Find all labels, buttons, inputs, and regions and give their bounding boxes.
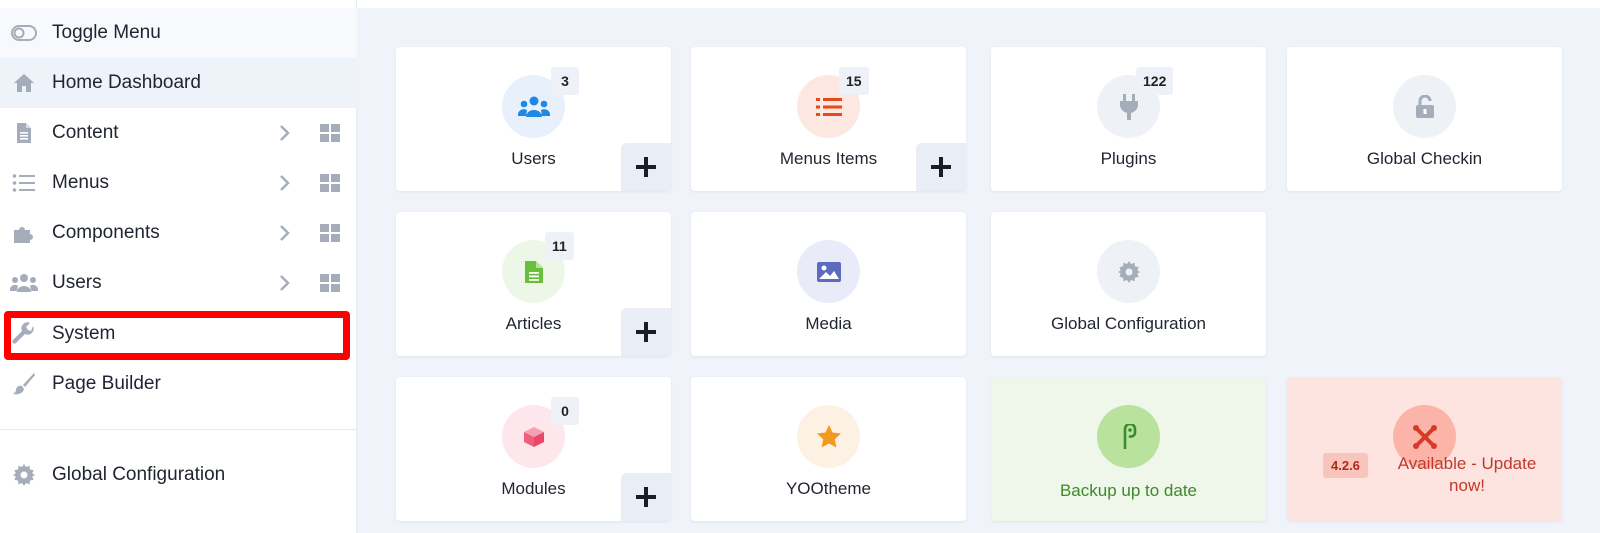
chevron-right-icon[interactable] [274, 222, 296, 244]
card-plugins[interactable]: 122 Plugins [991, 47, 1266, 191]
plus-icon [636, 487, 656, 507]
unlock-icon [1393, 75, 1456, 138]
card-label: YOOtheme [785, 479, 872, 498]
add-menu-item-button[interactable] [916, 143, 966, 191]
version-badge: 4.2.6 [1323, 453, 1368, 478]
count-badge: 122 [1136, 67, 1174, 95]
sidebar-item-label: Components [52, 222, 160, 243]
dashboard-main: 3 Users 15 Menus Items 122 Plugins Globa… [357, 8, 1600, 533]
card-joomla-update[interactable]: 4.2.6 Available - Update now! [1287, 377, 1562, 521]
sidebar-divider [0, 429, 357, 430]
admin-dashboard: Toggle Menu Home Dashboard Content Menus… [0, 0, 1600, 533]
chevron-right-icon[interactable] [274, 272, 296, 294]
dashboard-grid-icon[interactable] [319, 172, 341, 194]
chevron-right-icon[interactable] [274, 172, 296, 194]
card-global-checkin[interactable]: Global Checkin [1287, 47, 1562, 191]
card-backup[interactable]: Backup up to date [991, 377, 1266, 521]
sidebar-item-label: Users [52, 272, 102, 293]
brush-icon [10, 370, 38, 398]
sidebar-item-menus[interactable]: Menus [0, 158, 357, 208]
dashboard-grid-icon[interactable] [319, 122, 341, 144]
home-icon [10, 69, 38, 97]
card-global-configuration[interactable]: Global Configuration [991, 212, 1266, 356]
sidebar: Toggle Menu Home Dashboard Content Menus… [0, 0, 357, 533]
gear-icon [10, 461, 38, 489]
list-icon [10, 169, 38, 197]
card-label: Plugins [1100, 149, 1157, 168]
star-icon [797, 405, 860, 468]
puzzle-icon [10, 219, 38, 247]
sidebar-item-users[interactable]: Users [0, 258, 357, 308]
card-label: Backup up to date [1059, 481, 1198, 500]
add-article-button[interactable] [621, 308, 671, 356]
update-text: Available - Update now! [1397, 454, 1537, 495]
sidebar-item-label: System [52, 323, 116, 344]
card-label: Media [805, 314, 852, 333]
sidebar-item-label: Home Dashboard [52, 72, 201, 93]
backup-icon [1097, 405, 1160, 468]
sidebar-item-system[interactable]: System [0, 309, 357, 359]
add-module-button[interactable] [621, 473, 671, 521]
card-menus-items[interactable]: 15 Menus Items [691, 47, 966, 191]
card-media[interactable]: Media [691, 212, 966, 356]
image-icon [797, 240, 860, 303]
plus-icon [931, 157, 951, 177]
gear-icon [1097, 240, 1160, 303]
card-yootheme[interactable]: YOOtheme [691, 377, 966, 521]
sidebar-item-components[interactable]: Components [0, 208, 357, 258]
card-articles[interactable]: 11 Articles [396, 212, 671, 356]
sidebar-item-page-builder[interactable]: Page Builder [0, 359, 357, 409]
toggle-menu-label: Toggle Menu [52, 22, 161, 43]
sidebar-item-label: Content [52, 122, 119, 143]
file-icon [10, 119, 38, 147]
sidebar-item-label: Menus [52, 172, 110, 193]
sidebar-item-label: Page Builder [52, 373, 161, 394]
wrench-icon [10, 320, 38, 348]
users-icon [10, 269, 38, 297]
toggle-icon [10, 19, 38, 47]
plus-icon [636, 322, 656, 342]
count-badge: 11 [545, 232, 574, 260]
sidebar-item-home-dashboard[interactable]: Home Dashboard [0, 58, 357, 108]
count-badge: 0 [551, 397, 579, 425]
count-badge: 15 [839, 67, 869, 95]
dashboard-grid-icon[interactable] [319, 272, 341, 294]
card-label: Global Configuration [1051, 314, 1206, 333]
count-badge: 3 [551, 67, 579, 95]
card-label: Global Checkin [1366, 149, 1483, 168]
sidebar-item-label: Global Configuration [52, 464, 226, 485]
add-user-button[interactable] [621, 143, 671, 191]
plus-icon [636, 157, 656, 177]
chevron-right-icon[interactable] [274, 122, 296, 144]
toggle-menu[interactable]: Toggle Menu [0, 8, 357, 58]
card-modules[interactable]: 0 Modules [396, 377, 671, 521]
sidebar-item-global-configuration[interactable]: Global Configuration [0, 450, 357, 500]
sidebar-item-content[interactable]: Content [0, 108, 357, 158]
card-users[interactable]: 3 Users [396, 47, 671, 191]
dashboard-grid-icon[interactable] [319, 222, 341, 244]
